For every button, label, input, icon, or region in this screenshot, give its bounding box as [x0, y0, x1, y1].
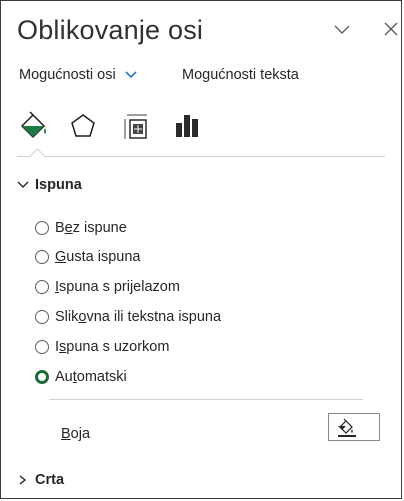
radio-button[interactable]	[35, 250, 49, 264]
format-axis-pane: Oblikovanje osi Mogućnosti osi Mogućnost…	[0, 0, 402, 499]
tabs-divider	[17, 156, 385, 157]
radio-label: Slikovna ili tekstna ispuna	[55, 309, 222, 325]
axis-options-icon	[176, 115, 198, 137]
radio-button[interactable]	[35, 280, 49, 294]
radio-label: Ispuna s prijelazom	[55, 279, 180, 295]
radio-button[interactable]	[35, 310, 49, 324]
color-label: Boja	[61, 426, 91, 442]
section-divider	[49, 399, 363, 400]
fill-color-button[interactable]	[328, 413, 380, 441]
radio-label: Ispuna s uzorkom	[55, 339, 170, 355]
pane-title: Oblikovanje osi	[17, 15, 204, 45]
radio-button[interactable]	[35, 221, 49, 235]
fill-section-header[interactable]: Ispuna	[15, 177, 82, 193]
radio-label: Bez ispune	[55, 220, 127, 236]
radio-label: Gusta ispuna	[55, 249, 141, 265]
size-properties-icon	[124, 114, 147, 139]
radio-label: Automatski	[55, 369, 127, 385]
fill-line-icon	[20, 111, 46, 139]
fill-section-title: Ispuna	[35, 177, 82, 193]
tab-effects[interactable]	[65, 109, 101, 143]
axis-options-dropdown[interactable]: Mogućnosti osi	[19, 67, 138, 83]
selected-tab-pointer	[29, 147, 47, 157]
close-button[interactable]	[381, 17, 404, 41]
radio-button-selected[interactable]	[35, 370, 49, 384]
effects-icon	[71, 114, 95, 137]
pane-options-button[interactable]	[330, 17, 354, 41]
chevron-down-icon	[334, 25, 350, 34]
tab-axis-options[interactable]	[169, 109, 205, 143]
tab-size-properties[interactable]	[117, 109, 153, 143]
line-section-title: Crta	[35, 472, 65, 488]
chevron-down-icon	[125, 71, 137, 79]
tab-fill-line[interactable]	[17, 109, 53, 143]
axis-options-label: Mogućnosti osi	[19, 67, 116, 83]
chevron-right-icon	[19, 475, 27, 485]
line-section-header[interactable]: Crta	[15, 472, 64, 488]
text-options-link[interactable]: Mogućnosti teksta	[182, 67, 299, 83]
chevron-down-icon	[17, 181, 29, 189]
dropdown-arrow-icon	[338, 426, 346, 430]
radio-button[interactable]	[35, 340, 49, 354]
close-icon	[384, 22, 398, 36]
